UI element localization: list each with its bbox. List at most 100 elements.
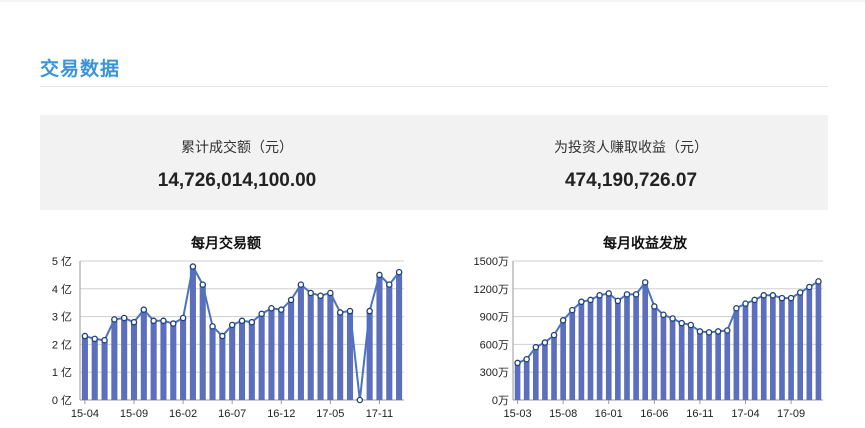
y-tick-label: 1200万 xyxy=(474,284,509,296)
monthly-earnings-chart: 每月收益发放 0万 300万 600万 900万 1200万 1500万 15-03 15-08… xyxy=(455,230,835,428)
data-point xyxy=(179,314,187,322)
x-tick-label: 17-05 xyxy=(316,408,344,420)
bar xyxy=(130,322,138,400)
data-point xyxy=(523,355,530,363)
x-tick-label: 17-09 xyxy=(777,408,805,420)
y-tick-label: 600万 xyxy=(480,339,509,351)
y-tick-label: 0 亿 xyxy=(52,394,72,407)
x-tick-label: 16-11 xyxy=(686,408,713,420)
x-tick-label: 16-02 xyxy=(169,408,197,420)
bar xyxy=(288,299,295,400)
x-tick-label: 15-04 xyxy=(71,408,99,420)
bar xyxy=(642,282,649,400)
bar xyxy=(170,323,177,400)
data-point xyxy=(724,327,731,334)
data-point xyxy=(130,318,138,326)
data-point xyxy=(623,291,631,298)
data-point xyxy=(307,289,314,297)
bar xyxy=(724,330,731,400)
bar xyxy=(651,306,658,400)
investor-earnings-value: 474,190,726.07 xyxy=(564,170,698,191)
x-tick-label: 15-03 xyxy=(503,408,531,420)
data-point xyxy=(297,281,305,288)
data-point xyxy=(796,289,804,296)
bar xyxy=(376,274,383,400)
bar xyxy=(669,318,676,400)
data-point xyxy=(111,316,118,323)
data-point xyxy=(660,311,667,318)
bar xyxy=(697,331,703,400)
y-tick-label: 5 亿 xyxy=(52,255,72,268)
data-point xyxy=(346,307,354,315)
bar xyxy=(615,300,621,400)
data-point xyxy=(209,323,216,330)
total-volume-value: 14,726,014,100.00 xyxy=(157,170,317,191)
data-point xyxy=(751,296,758,304)
investor-earnings-stat: 为投资人赚取收益（元） 474,190,726.07 xyxy=(434,115,828,210)
data-point xyxy=(587,296,594,304)
bar xyxy=(229,324,236,400)
data-point xyxy=(769,292,777,299)
data-point xyxy=(366,307,373,315)
x-tick-label: 16-01 xyxy=(595,408,623,420)
bar xyxy=(219,336,226,400)
data-point xyxy=(160,317,167,325)
bar xyxy=(268,308,275,400)
data-point xyxy=(714,328,722,335)
bar xyxy=(560,320,566,400)
bar xyxy=(733,308,740,400)
data-point xyxy=(327,289,334,297)
data-point xyxy=(386,281,393,288)
data-point xyxy=(641,279,649,286)
bar xyxy=(121,317,128,400)
bar xyxy=(396,272,403,400)
bar xyxy=(523,359,530,400)
bar xyxy=(715,331,721,400)
total-volume-stat: 累计成交额（元） 14,726,014,100.00 xyxy=(40,115,434,210)
bar xyxy=(806,286,813,400)
data-point xyxy=(778,294,786,302)
bar xyxy=(386,284,393,400)
bar xyxy=(199,284,206,400)
data-point xyxy=(760,292,767,299)
bar xyxy=(307,292,314,400)
bar xyxy=(150,320,157,400)
data-point xyxy=(806,283,813,291)
data-point xyxy=(101,336,108,344)
bar xyxy=(578,301,585,400)
bar xyxy=(238,320,246,400)
data-point xyxy=(578,298,585,306)
data-point xyxy=(376,271,383,279)
data-point xyxy=(199,281,206,288)
section-title: 交易数据 xyxy=(40,59,121,80)
bar xyxy=(633,294,639,400)
bar xyxy=(532,347,539,400)
data-point xyxy=(787,294,795,302)
data-point xyxy=(336,309,344,316)
bar xyxy=(327,292,334,400)
bar xyxy=(587,299,594,400)
bar xyxy=(248,322,255,400)
title-divider xyxy=(40,86,828,87)
y-tick-label: 4 亿 xyxy=(52,283,72,296)
x-tick-label: 15-08 xyxy=(549,408,577,420)
bar xyxy=(742,303,749,400)
data-point xyxy=(189,263,197,270)
data-point xyxy=(614,297,622,305)
bar xyxy=(140,309,147,400)
data-point xyxy=(605,290,612,297)
data-point xyxy=(569,306,576,314)
data-point xyxy=(356,396,364,404)
bar xyxy=(779,298,785,400)
bar xyxy=(678,323,685,400)
data-point xyxy=(278,306,285,313)
bar xyxy=(706,332,712,400)
bar xyxy=(605,293,612,400)
monthly-earnings-chart-svg: 每月收益发放 0万 300万 600万 900万 1200万 1500万 15-03 15-08… xyxy=(474,235,823,420)
x-tick-label: 16-12 xyxy=(267,408,295,420)
bar xyxy=(297,284,304,400)
data-point xyxy=(228,321,236,329)
bar xyxy=(81,336,88,400)
y-tick-label: 1500万 xyxy=(474,256,509,268)
y-tick-label: 3 亿 xyxy=(52,311,72,324)
